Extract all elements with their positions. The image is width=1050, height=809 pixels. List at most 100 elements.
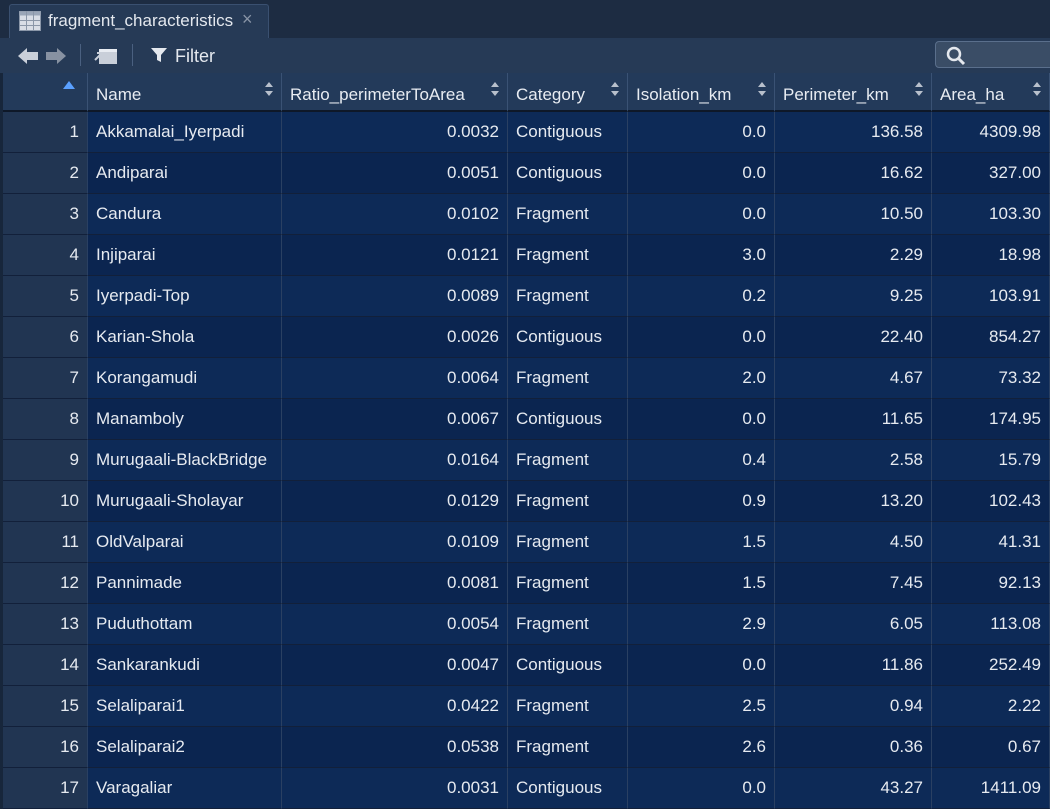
ratio-cell: 0.0538 <box>282 727 508 768</box>
name-cell: Sankarankudi <box>88 645 282 686</box>
row-number-cell: 2 <box>3 153 88 194</box>
row-number-cell: 5 <box>3 276 88 317</box>
row-number-cell: 9 <box>3 440 88 481</box>
isolation-cell: 0.2 <box>628 276 775 317</box>
row-number-cell: 14 <box>3 645 88 686</box>
isolation-cell: 1.5 <box>628 522 775 563</box>
table-row[interactable]: 5 Iyerpadi-Top 0.0089 Fragment 0.2 9.25 103.91 <box>3 276 1050 317</box>
isolation-cell: 0.0 <box>628 399 775 440</box>
isolation-cell: 3.0 <box>628 235 775 276</box>
area-cell: 15.79 <box>932 440 1050 481</box>
ratio-cell: 0.0051 <box>282 153 508 194</box>
perimeter-cell: 10.50 <box>775 194 932 235</box>
toolbar: Filter <box>0 38 1050 73</box>
table-row[interactable]: 12 Pannimade 0.0081 Fragment 1.5 7.45 92.13 <box>3 563 1050 604</box>
row-number-cell: 13 <box>3 604 88 645</box>
forward-arrow-icon[interactable] <box>45 47 67 65</box>
row-number-cell: 17 <box>3 768 88 809</box>
perimeter-cell: 13.20 <box>775 481 932 522</box>
perimeter-cell: 136.58 <box>775 112 932 153</box>
sort-icon <box>1033 82 1041 96</box>
table-row[interactable]: 8 Manamboly 0.0067 Contiguous 0.0 11.65 174.95 <box>3 399 1050 440</box>
isolation-cell: 0.0 <box>628 194 775 235</box>
name-cell: Iyerpadi-Top <box>88 276 282 317</box>
table-row[interactable]: 7 Korangamudi 0.0064 Fragment 2.0 4.67 73.32 <box>3 358 1050 399</box>
column-header-isolation[interactable]: Isolation_km <box>628 73 775 112</box>
isolation-cell: 2.6 <box>628 727 775 768</box>
area-cell: 103.91 <box>932 276 1050 317</box>
category-cell: Fragment <box>508 727 628 768</box>
perimeter-cell: 7.45 <box>775 563 932 604</box>
back-arrow-icon[interactable] <box>17 47 39 65</box>
area-cell: 18.98 <box>932 235 1050 276</box>
perimeter-cell: 9.25 <box>775 276 932 317</box>
area-cell: 102.43 <box>932 481 1050 522</box>
name-cell: Injiparai <box>88 235 282 276</box>
table-row[interactable]: 9 Murugaali-BlackBridge 0.0164 Fragment 0.4 2… <box>3 440 1050 481</box>
data-table: Name Ratio_perimeterToArea Category Isol… <box>3 73 1050 809</box>
table-row[interactable]: 17 Varagaliar 0.0031 Contiguous 0.0 43.27 1411… <box>3 768 1050 809</box>
column-header-ratio[interactable]: Ratio_perimeterToArea <box>282 73 508 112</box>
column-header-area[interactable]: Area_ha <box>932 73 1050 112</box>
name-cell: Puduthottam <box>88 604 282 645</box>
perimeter-cell: 2.58 <box>775 440 932 481</box>
table-row[interactable]: 14 Sankarankudi 0.0047 Contiguous 0.0 11.86 25… <box>3 645 1050 686</box>
close-icon[interactable]: × <box>242 9 253 30</box>
ratio-cell: 0.0047 <box>282 645 508 686</box>
search-input[interactable] <box>970 44 1050 66</box>
isolation-cell: 1.5 <box>628 563 775 604</box>
table-row[interactable]: 13 Puduthottam 0.0054 Fragment 2.9 6.05 113.08 <box>3 604 1050 645</box>
ratio-cell: 0.0067 <box>282 399 508 440</box>
name-cell: Varagaliar <box>88 768 282 809</box>
search-box[interactable] <box>935 41 1050 68</box>
filter-funnel-icon <box>151 48 167 62</box>
column-header-perimeter[interactable]: Perimeter_km <box>775 73 932 112</box>
category-cell: Contiguous <box>508 153 628 194</box>
area-cell: 73.32 <box>932 358 1050 399</box>
popout-window-icon[interactable] <box>93 46 119 66</box>
sort-icon <box>611 82 619 96</box>
ratio-cell: 0.0026 <box>282 317 508 358</box>
isolation-cell: 0.9 <box>628 481 775 522</box>
table-row[interactable]: 1 Akkamalai_Iyerpadi 0.0032 Contiguous 0.0 13… <box>3 112 1050 153</box>
table-row[interactable]: 3 Candura 0.0102 Fragment 0.0 10.50 103.30 <box>3 194 1050 235</box>
sort-icon <box>758 82 766 96</box>
name-cell: Selaliparai1 <box>88 686 282 727</box>
isolation-cell: 0.0 <box>628 768 775 809</box>
header-row: Name Ratio_perimeterToArea Category Isol… <box>3 73 1050 112</box>
category-cell: Fragment <box>508 235 628 276</box>
category-cell: Fragment <box>508 604 628 645</box>
tab-fragment-characteristics[interactable]: fragment_characteristics × <box>9 4 269 38</box>
sort-icon <box>491 82 499 96</box>
perimeter-cell: 0.94 <box>775 686 932 727</box>
sort-ascending-icon <box>63 81 75 89</box>
category-cell: Fragment <box>508 563 628 604</box>
name-cell: Andiparai <box>88 153 282 194</box>
column-header-category[interactable]: Category <box>508 73 628 112</box>
table-row[interactable]: 2 Andiparai 0.0051 Contiguous 0.0 16.62 327.00 <box>3 153 1050 194</box>
table-row[interactable]: 6 Karian-Shola 0.0026 Contiguous 0.0 22.40 854… <box>3 317 1050 358</box>
table-row[interactable]: 11 OldValparai 0.0109 Fragment 1.5 4.50 41.31 <box>3 522 1050 563</box>
ratio-cell: 0.0081 <box>282 563 508 604</box>
category-cell: Fragment <box>508 440 628 481</box>
isolation-cell: 0.0 <box>628 645 775 686</box>
table-row[interactable]: 16 Selaliparai2 0.0538 Fragment 2.6 0.36 0.67 <box>3 727 1050 768</box>
column-header-rownum[interactable] <box>3 73 88 112</box>
isolation-cell: 0.0 <box>628 317 775 358</box>
row-number-cell: 4 <box>3 235 88 276</box>
sort-icon <box>915 82 923 96</box>
ratio-cell: 0.0031 <box>282 768 508 809</box>
area-cell: 92.13 <box>932 563 1050 604</box>
sort-icon <box>265 82 273 96</box>
column-header-name[interactable]: Name <box>88 73 282 112</box>
name-cell: Murugaali-BlackBridge <box>88 440 282 481</box>
isolation-cell: 2.9 <box>628 604 775 645</box>
area-cell: 4309.98 <box>932 112 1050 153</box>
name-cell: OldValparai <box>88 522 282 563</box>
category-cell: Fragment <box>508 358 628 399</box>
table-row[interactable]: 15 Selaliparai1 0.0422 Fragment 2.5 0.94 2.22 <box>3 686 1050 727</box>
ratio-cell: 0.0089 <box>282 276 508 317</box>
table-row[interactable]: 4 Injiparai 0.0121 Fragment 3.0 2.29 18.98 <box>3 235 1050 276</box>
table-row[interactable]: 10 Murugaali-Sholayar 0.0129 Fragment 0.9 13.… <box>3 481 1050 522</box>
ratio-cell: 0.0121 <box>282 235 508 276</box>
